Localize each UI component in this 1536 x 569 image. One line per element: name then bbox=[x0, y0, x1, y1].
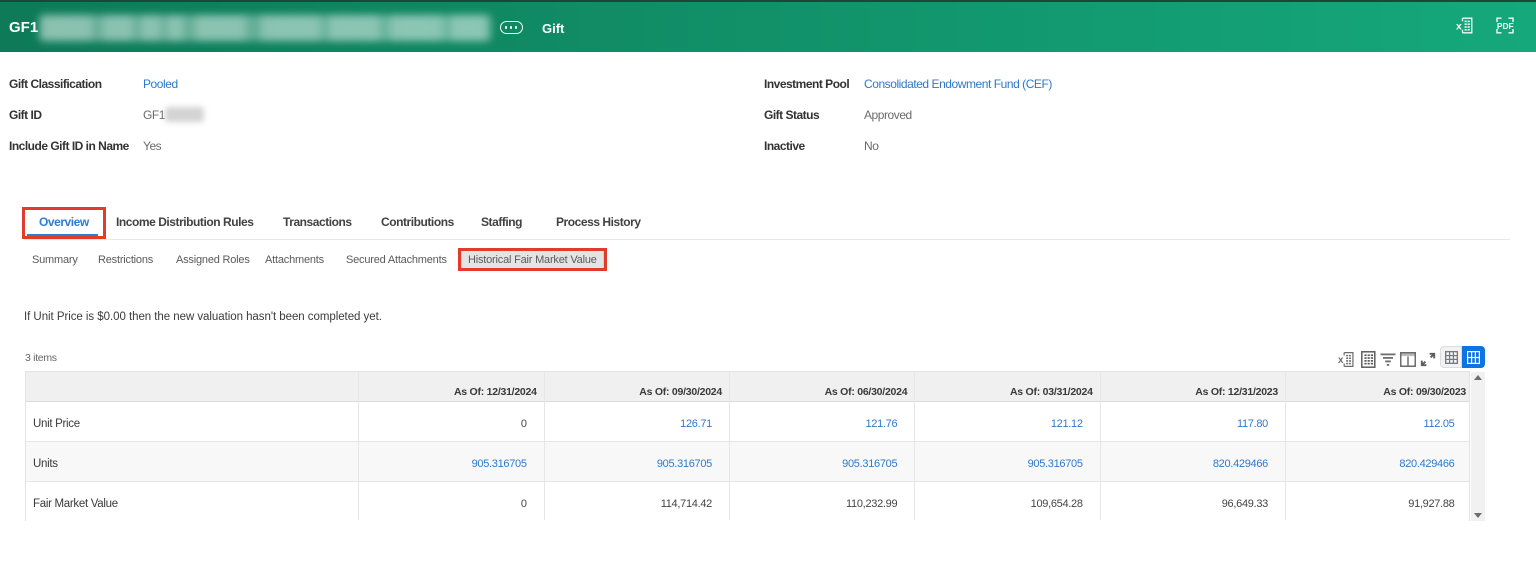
svg-text:x: x bbox=[1338, 355, 1344, 366]
svg-text:x: x bbox=[1456, 20, 1462, 32]
svg-text:PDF: PDF bbox=[1497, 21, 1514, 31]
